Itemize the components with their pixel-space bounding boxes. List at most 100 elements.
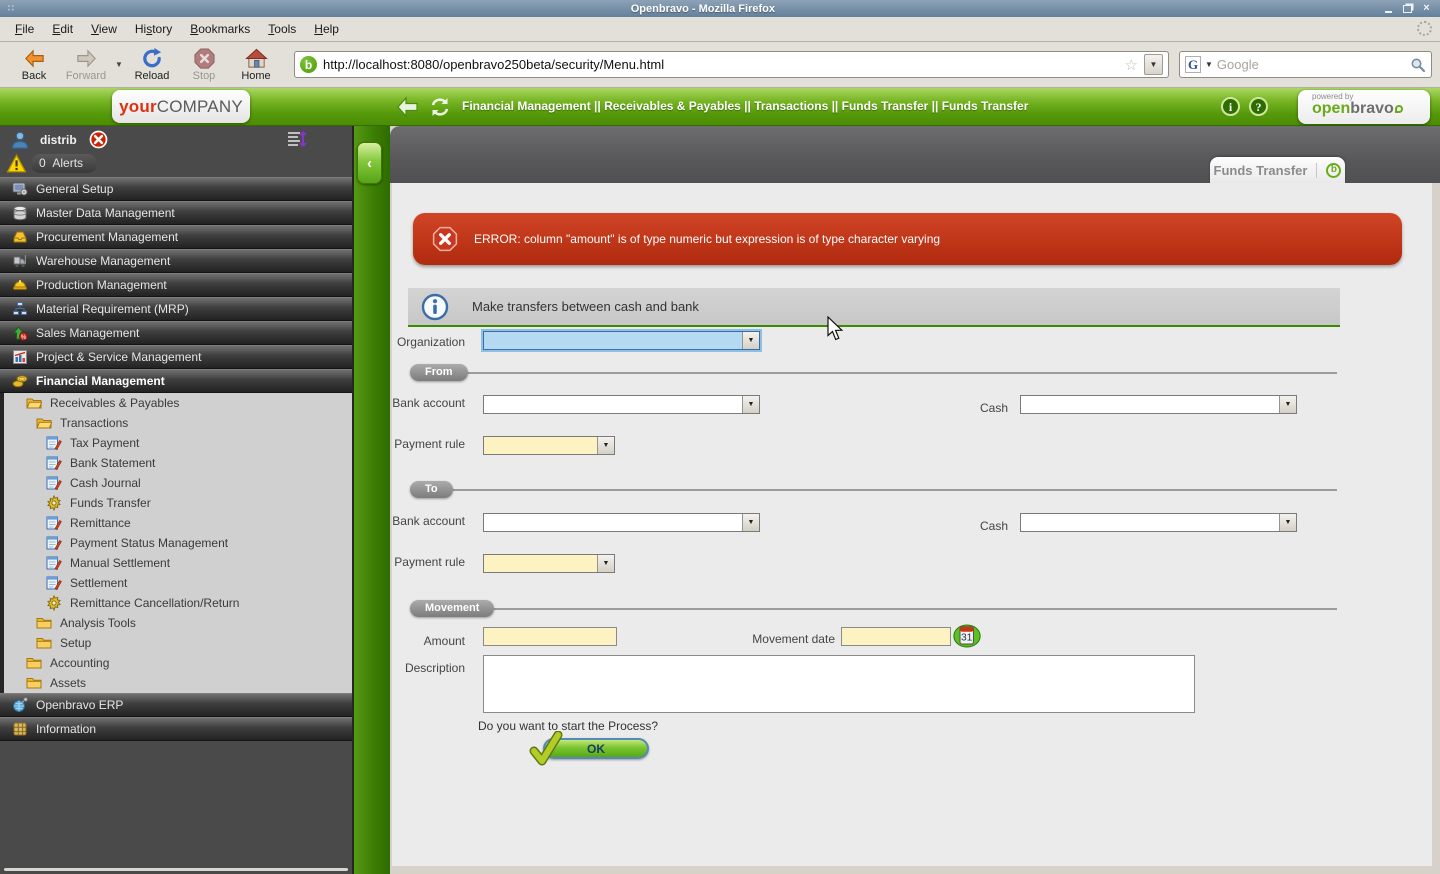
to-bank-account-select[interactable]: ▼	[483, 513, 760, 532]
refresh-icon[interactable]	[428, 96, 452, 118]
nav-back-icon[interactable]	[396, 96, 420, 118]
info-text: Make transfers between cash and bank	[472, 299, 699, 314]
back-icon	[23, 47, 46, 70]
amount-input[interactable]	[483, 627, 617, 646]
reload-button[interactable]: Reload	[126, 44, 178, 86]
main-topbar: Funds Transfer b	[390, 126, 1440, 183]
from-payment-rule-select[interactable]: ▼	[483, 436, 615, 455]
alerts-label: Alerts	[52, 156, 83, 170]
sidebar-item-general-setup[interactable]: General Setup	[0, 177, 352, 201]
search-input[interactable]	[1217, 57, 1406, 72]
warehouse-icon	[12, 253, 28, 269]
help-icon[interactable]: ?	[1249, 97, 1268, 116]
alerts-row[interactable]: 0 Alerts	[0, 152, 352, 175]
url-dropdown-icon[interactable]: ▼	[1144, 54, 1163, 75]
home-button[interactable]: Home	[230, 44, 282, 86]
close-icon[interactable]: ×	[1421, 3, 1432, 14]
to-cash-select[interactable]: ▼	[1020, 513, 1297, 532]
sidebar-item-sales-management[interactable]: %Sales Management	[0, 321, 352, 345]
sidebar-item-assets[interactable]: Assets	[0, 673, 352, 693]
to-payment-rule-select[interactable]: ▼	[483, 554, 615, 573]
info-icon[interactable]: i	[1221, 97, 1240, 116]
to-cash-label: Cash	[952, 518, 1008, 535]
menu-tools[interactable]: Tools	[259, 18, 305, 40]
back-button[interactable]: Back	[8, 44, 60, 86]
form-icon	[46, 435, 62, 451]
sidebar-item-material-requirement-mrp[interactable]: Material Requirement (MRP)	[0, 297, 352, 321]
form-icon	[46, 535, 62, 551]
movement-date-input[interactable]	[841, 627, 951, 646]
form-icon	[46, 455, 62, 471]
sidebar-item-setup[interactable]: Setup	[0, 633, 352, 653]
form-icon	[46, 575, 62, 591]
sidebar-item-master-data-management[interactable]: Master Data Management	[0, 201, 352, 225]
minimize-icon[interactable]	[1383, 3, 1394, 14]
chevron-down-icon: ▼	[742, 396, 759, 413]
sidebar-item-production-management[interactable]: Production Management	[0, 273, 352, 297]
sidebar-scrollbar[interactable]	[4, 868, 348, 871]
organization-select[interactable]: ▼	[483, 331, 760, 350]
search-engine-dropdown-icon[interactable]: ▼	[1205, 60, 1213, 69]
from-bank-account-label: Bank account	[392, 395, 465, 412]
tab-funds-transfer[interactable]: Funds Transfer b	[1210, 157, 1345, 183]
svg-text:%: %	[21, 335, 27, 341]
sidebar-item-warehouse-management[interactable]: Warehouse Management	[0, 249, 352, 273]
url-input[interactable]	[323, 57, 1119, 72]
bookmark-star-icon[interactable]: ☆	[1125, 56, 1138, 74]
sidebar-item-label: Tax Payment	[70, 436, 139, 450]
sidebar-item-transactions[interactable]: Transactions	[0, 413, 352, 433]
url-bar: b ☆ ▼	[294, 51, 1169, 78]
info-banner: Make transfers between cash and bank	[408, 288, 1340, 327]
master-data-icon	[12, 205, 28, 221]
sidebar-item-cash-journal[interactable]: Cash Journal	[0, 473, 352, 493]
process-icon	[46, 495, 62, 511]
sidebar-item-analysis-tools[interactable]: Analysis Tools	[0, 613, 352, 633]
description-textarea[interactable]	[483, 655, 1195, 713]
sidebar-item-funds-transfer[interactable]: Funds Transfer	[0, 493, 352, 513]
form-icon	[46, 475, 62, 491]
from-bank-account-select[interactable]: ▼	[483, 395, 760, 414]
sidebar-item-tax-payment[interactable]: Tax Payment	[0, 433, 352, 453]
sidebar-item-remittance-cancellation-return[interactable]: Remittance Cancellation/Return	[0, 593, 352, 613]
sidebar-item-financial-management[interactable]: Financial Management	[0, 369, 352, 393]
sidebar-item-manual-settlement[interactable]: Manual Settlement	[0, 553, 352, 573]
menu-resize-icon[interactable]	[286, 129, 308, 151]
sidebar-item-project-service-management[interactable]: Project & Service Management	[0, 345, 352, 369]
sidebar-item-remittance[interactable]: Remittance	[0, 513, 352, 533]
sidebar-item-procurement-management[interactable]: Procurement Management	[0, 225, 352, 249]
sidebar-item-label: Cash Journal	[70, 476, 141, 490]
form-icon	[46, 555, 62, 571]
sidebar-item-receivables-payables[interactable]: Receivables & Payables	[0, 393, 352, 413]
sidebar-item-accounting[interactable]: Accounting	[0, 653, 352, 673]
menu-file[interactable]: File	[6, 18, 43, 40]
sidebar-item-label: Bank Statement	[70, 456, 155, 470]
restore-icon[interactable]	[1402, 3, 1413, 14]
menu-history[interactable]: History	[126, 18, 181, 40]
sidebar-item-label: Funds Transfer	[70, 496, 151, 510]
logout-close-icon[interactable]	[89, 130, 108, 149]
sidebar-collapse-icon[interactable]: ‹	[357, 142, 382, 184]
ok-button[interactable]: OK	[543, 738, 649, 759]
calendar-icon[interactable]: 31	[953, 624, 981, 648]
menu-view[interactable]: View	[82, 18, 126, 40]
sidebar-item-label: Warehouse Management	[36, 254, 170, 268]
menu-bookmarks[interactable]: Bookmarks	[181, 18, 259, 40]
menu-edit[interactable]: Edit	[43, 18, 82, 40]
menu-help[interactable]: Help	[305, 18, 348, 40]
sidebar-item-openbravo-erp[interactable]: Openbravo ERP	[0, 693, 352, 717]
sidebar-item-settlement[interactable]: Settlement	[0, 573, 352, 593]
sidebar-item-bank-statement[interactable]: Bank Statement	[0, 453, 352, 473]
search-icon[interactable]	[1410, 57, 1426, 73]
sidebar-item-label: Receivables & Payables	[50, 396, 179, 410]
from-cash-select[interactable]: ▼	[1020, 395, 1297, 414]
sidebar-item-information[interactable]: Information	[0, 717, 352, 741]
sidebar-item-label: Payment Status Management	[70, 536, 228, 550]
folder-closed-icon	[26, 675, 42, 691]
history-dropdown-icon[interactable]: ▼	[112, 44, 126, 86]
sidebar-item-payment-status-management[interactable]: Payment Status Management	[0, 533, 352, 553]
sidebar: distrib 0 Alerts General SetupMaster Dat…	[0, 126, 354, 874]
sidebar-item-label: Analysis Tools	[60, 616, 136, 630]
site-favicon: b	[300, 56, 317, 73]
warning-icon	[6, 154, 27, 173]
folder-open-icon	[26, 395, 42, 411]
